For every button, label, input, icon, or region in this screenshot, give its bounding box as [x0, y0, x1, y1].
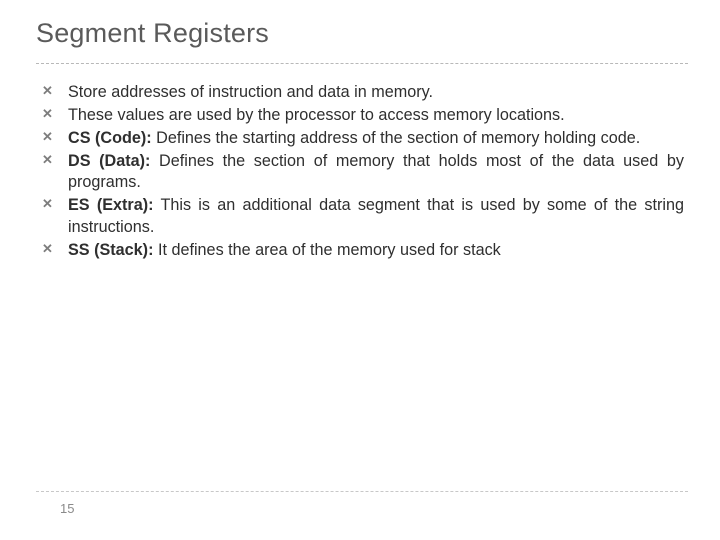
bullet-label: DS (Data): [68, 152, 150, 170]
list-item: ✕ ES (Extra): This is an additional data… [42, 195, 684, 239]
bullet-icon: ✕ [42, 240, 53, 258]
list-item: ✕ Store addresses of instruction and dat… [42, 82, 684, 104]
bullet-text: Defines the section of memory that holds… [68, 152, 684, 192]
content-area: ✕ Store addresses of instruction and dat… [36, 82, 688, 262]
bullet-icon: ✕ [42, 105, 53, 123]
bullet-label: ES (Extra): [68, 196, 154, 214]
bullet-text: These values are used by the processor t… [68, 106, 565, 124]
footer-divider [36, 491, 688, 492]
bullet-text: Defines the starting address of the sect… [152, 129, 641, 147]
list-item: ✕ DS (Data): Defines the section of memo… [42, 151, 684, 195]
title-divider [36, 63, 688, 64]
bullet-text: It defines the area of the memory used f… [153, 241, 500, 259]
bullet-icon: ✕ [42, 128, 53, 146]
list-item: ✕ These values are used by the processor… [42, 105, 684, 127]
list-item: ✕ SS (Stack): It defines the area of the… [42, 240, 684, 262]
bullet-label: CS (Code): [68, 129, 152, 147]
page-number: 15 [60, 501, 74, 516]
bullet-text: Store addresses of instruction and data … [68, 83, 433, 101]
bullet-text: This is an additional data segment that … [68, 196, 684, 236]
bullet-icon: ✕ [42, 195, 53, 213]
bullet-icon: ✕ [42, 151, 53, 169]
slide-title: Segment Registers [36, 18, 688, 49]
bullet-icon: ✕ [42, 82, 53, 100]
bullet-label: SS (Stack): [68, 241, 153, 259]
list-item: ✕ CS (Code): Defines the starting addres… [42, 128, 684, 150]
bullet-list: ✕ Store addresses of instruction and dat… [42, 82, 684, 262]
